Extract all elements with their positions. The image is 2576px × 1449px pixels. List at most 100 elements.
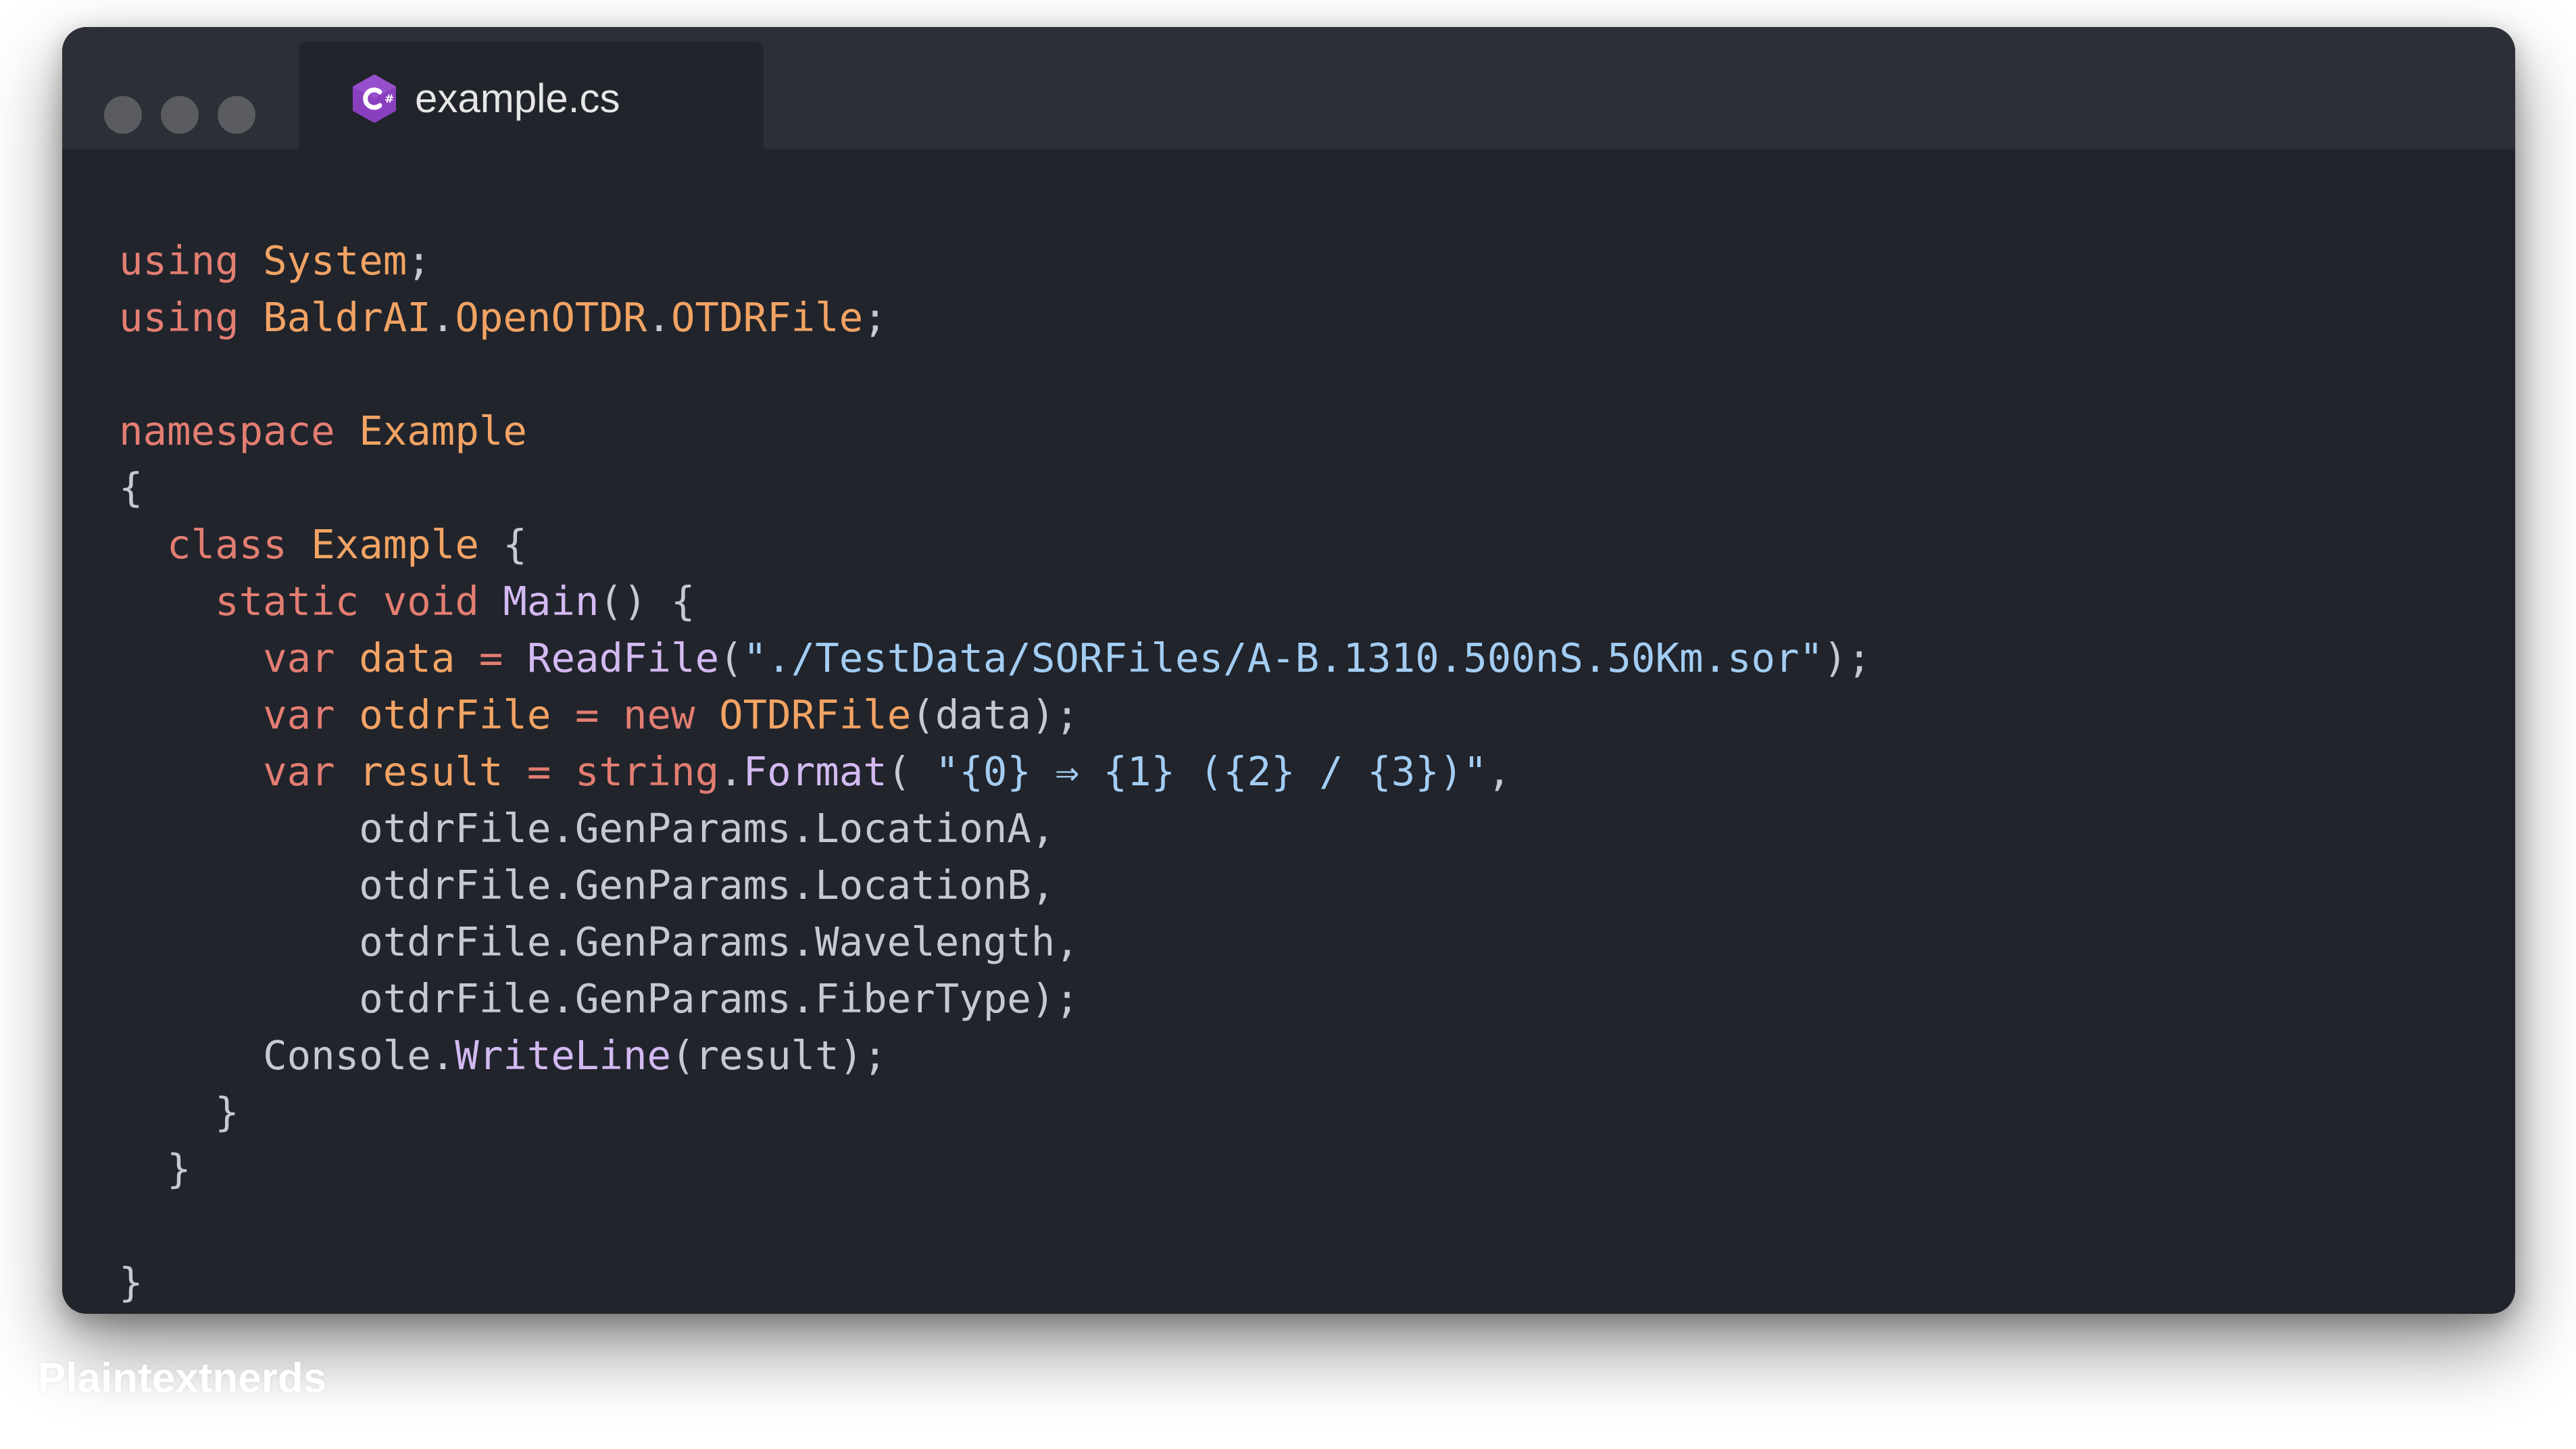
code-token: WriteLine [455,1032,671,1079]
code-token: BaldrAI [263,294,431,341]
code-line: using BaldrAI.OpenOTDR.OTDRFile; [119,289,1871,346]
code-token: . [430,294,455,341]
code-token: static [215,578,360,624]
code-token: = [574,691,599,738]
code-token: System [263,237,407,284]
window-titlebar: # example.cs [62,27,2515,149]
code-token: otdrFile.GenParams.LocationB, [119,862,1056,908]
code-line: namespace Example [119,403,1871,460]
code-token: Example [311,521,479,568]
file-tab[interactable]: # example.cs [299,42,764,149]
code-token: () { [599,578,695,624]
code-token: OTDRFile [671,294,864,341]
code-line: otdrFile.GenParams.FiberType); [119,971,1871,1027]
svg-text:#: # [385,93,394,106]
code-token: Format [743,748,887,795]
code-token: var [263,635,335,681]
code-token: result [359,748,503,795]
code-token: . [647,294,672,341]
code-line: otdrFile.GenParams.LocationB, [119,857,1871,914]
watermark-text: Plaintextnerds [38,1355,327,1402]
code-token: ; [407,237,431,284]
code-token: , [1487,748,1512,795]
code-token: } [119,1089,239,1135]
code-token: { [478,521,527,568]
code-token: OpenOTDR [455,294,647,341]
code-token: otdrFile.GenParams.Wavelength, [119,918,1079,965]
code-line: var data = ReadFile("./TestData/SORFiles… [119,630,1871,687]
code-line: } [119,1141,1871,1198]
code-token: data [359,635,455,681]
code-token: new [623,691,695,738]
code-token: (data); [911,691,1079,738]
csharp-icon: # [347,72,401,126]
file-tab-label: example.cs [415,76,620,121]
code-token: = [478,635,503,681]
code-editor[interactable]: using System; using BaldrAI.OpenOTDR.OTDR… [119,232,1871,1311]
window-minimize-button[interactable] [161,96,199,134]
code-token: using [119,237,239,284]
code-token: } [119,1146,191,1192]
code-token: namespace [119,408,335,454]
code-line: static void Main() { [119,573,1871,630]
code-line: class Example { [119,516,1871,573]
code-line: Console.WriteLine(result); [119,1027,1871,1084]
code-token: var [263,691,335,738]
code-token: using [119,294,239,341]
code-line: otdrFile.GenParams.Wavelength, [119,914,1871,971]
code-token: ReadFile [526,635,720,681]
code-token: (result); [671,1032,887,1079]
code-token: otdrFile.GenParams.FiberType); [119,975,1079,1022]
code-line: } [119,1084,1871,1141]
code-token: Example [359,408,527,454]
code-token: string [574,748,720,795]
code-token: ); [1823,635,1872,681]
code-token: ; [863,294,887,341]
code-line: var otdrFile = new OTDRFile(data); [119,687,1871,743]
code-line: } [119,1254,1871,1311]
window-close-button[interactable] [104,96,142,134]
code-line: { [119,460,1871,516]
code-token: OTDRFile [719,691,912,738]
code-line: otdrFile.GenParams.LocationA, [119,800,1871,857]
code-token: class [167,521,287,568]
code-line: using System; [119,232,1871,289]
code-token: = [526,748,551,795]
code-token: "{0} ⇒ {1} ({2} / {3})" [935,748,1487,795]
code-token: void [382,578,479,624]
code-token: otdrFile [359,691,551,738]
code-token: } [119,1259,143,1306]
code-token: otdrFile.GenParams.LocationA, [119,805,1056,852]
code-token: . [719,748,743,795]
code-token: Console. [119,1032,455,1079]
code-token: var [263,748,335,795]
code-token: ( [719,635,743,681]
window-maximize-button[interactable] [218,96,255,134]
code-token: Main [503,578,599,624]
code-window: # example.cs using System; using BaldrAI.… [62,27,2515,1314]
code-token: { [119,464,143,511]
code-line: var result = string.Format( "{0} ⇒ {1} (… [119,743,1871,800]
